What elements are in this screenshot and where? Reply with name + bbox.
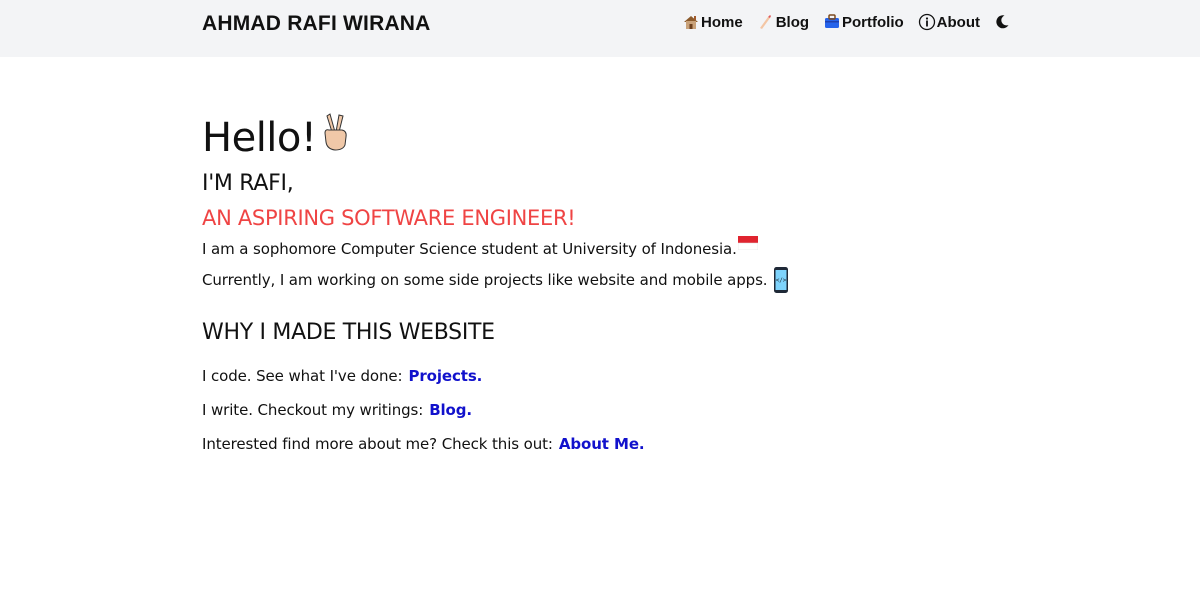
intro-heading: I'M RAFI,	[202, 171, 294, 196]
navbar: AHMAD RAFI WIRANA Home Blog Portfolio Ab…	[0, 0, 1200, 57]
about-line-text: Interested find more about me? Check thi…	[202, 435, 553, 453]
info-icon	[918, 13, 936, 31]
blog-line: I write. Checkout my writings: Blog.	[202, 401, 1002, 419]
nav-portfolio-label: Portfolio	[842, 13, 904, 31]
greeting-text: Hello!	[202, 114, 317, 161]
projects-line: I code. See what I've done: Projects.	[202, 367, 1002, 385]
nav-links: Home Blog Portfolio About	[682, 13, 1010, 31]
indonesia-flag-icon	[737, 236, 759, 251]
site-brand[interactable]: AHMAD RAFI WIRANA	[202, 12, 431, 36]
nav-home-label: Home	[701, 13, 743, 31]
greeting-heading: Hello!	[202, 112, 1002, 163]
victory-hand-icon	[316, 112, 352, 163]
tagline-heading: AN ASPIRING SOFTWARE ENGINEER!	[202, 206, 576, 230]
mobile-phone-icon: </>	[773, 266, 789, 294]
paragraph-projects: Currently, I am working on some side pro…	[202, 266, 1002, 294]
nav-blog-label: Blog	[775, 13, 810, 31]
blog-line-text: I write. Checkout my writings:	[202, 401, 424, 419]
why-section-title: WHY I MADE THIS WEBSITE	[202, 320, 495, 345]
nav-portfolio-link[interactable]: Portfolio	[823, 13, 904, 31]
moon-icon[interactable]	[994, 14, 1010, 30]
paragraph-student: I am a sophomore Computer Science studen…	[202, 236, 1002, 258]
projects-line-text: I code. See what I've done:	[202, 367, 403, 385]
nav-home-link[interactable]: Home	[682, 13, 743, 31]
nav-blog-link[interactable]: Blog	[757, 13, 809, 31]
about-me-link[interactable]: About Me.	[559, 435, 645, 453]
house-icon	[682, 13, 700, 31]
projects-link[interactable]: Projects.	[408, 367, 482, 385]
briefcase-icon	[823, 13, 841, 31]
writing-hand-icon	[757, 13, 775, 31]
paragraph-student-text: I am a sophomore Computer Science studen…	[202, 240, 737, 258]
paragraph-projects-text: Currently, I am working on some side pro…	[202, 271, 768, 289]
blog-link[interactable]: Blog.	[429, 401, 472, 419]
nav-about-label: About	[936, 13, 980, 31]
nav-about-link[interactable]: About	[918, 13, 980, 31]
main-content: Hello! I'M RAFI, AN ASPIRING SOFTWARE EN…	[202, 112, 1002, 453]
svg-text:</>: </>	[776, 277, 787, 284]
about-line: Interested find more about me? Check thi…	[202, 435, 1002, 453]
